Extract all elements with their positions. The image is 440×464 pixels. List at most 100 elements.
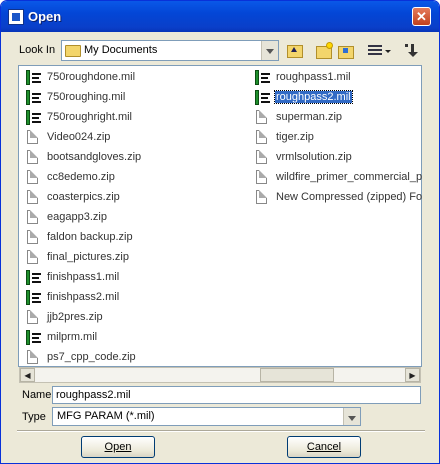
file-item[interactable]: New Compressed (zipped) Folc — [250, 188, 422, 208]
folder-icon — [65, 45, 81, 57]
mil-file-icon — [25, 330, 41, 346]
home-folder-button[interactable] — [335, 41, 357, 61]
file-column-1: 750roughdone.mil 750roughing.mil 750roughr… — [21, 68, 241, 368]
mil-file-icon — [25, 270, 41, 286]
cancel-button-label: Cancel — [306, 441, 342, 453]
file-name: cc8edemo.zip — [47, 171, 115, 183]
file-name: coasterpics.zip — [47, 191, 120, 203]
file-item[interactable]: faldon backup.zip — [21, 228, 241, 248]
file-name: finishpass1.mil — [47, 271, 120, 283]
file-item[interactable]: bootsandgloves.zip — [21, 148, 241, 168]
file-list[interactable]: 750roughdone.mil 750roughing.mil 750roughr… — [18, 65, 422, 367]
look-in-value: My Documents — [84, 44, 158, 56]
file-item[interactable]: 750roughright.mil — [21, 108, 241, 128]
zip-file-icon — [25, 170, 41, 186]
file-name: 750roughright.mil — [47, 111, 132, 123]
open-button[interactable]: Open — [81, 436, 155, 458]
zip-file-icon — [25, 250, 41, 266]
file-name: wildfire_primer_commercial_pa — [276, 171, 422, 183]
mil-file-icon — [25, 70, 41, 86]
mil-file-icon — [25, 110, 41, 126]
file-item[interactable]: finishpass2.mil — [21, 288, 241, 308]
file-item[interactable]: roughpass2.mil — [250, 88, 422, 108]
file-name: final_pictures.zip — [47, 251, 129, 263]
chevron-down-icon[interactable] — [261, 41, 278, 60]
details-icon — [405, 44, 408, 47]
file-item[interactable]: jjb2pres.zip — [21, 308, 241, 328]
file-item[interactable]: Video024.zip — [21, 128, 241, 148]
file-item[interactable]: 750roughdone.mil — [21, 68, 241, 88]
title-bar[interactable]: Open ✕ — [1, 1, 439, 32]
zip-file-icon — [25, 190, 41, 206]
file-name: jjb2pres.zip — [47, 311, 103, 323]
open-dialog: Open ✕ Look In My Documents 750roughdone… — [0, 0, 440, 464]
zip-file-icon — [25, 210, 41, 226]
file-name: superman.zip — [276, 111, 343, 123]
file-item[interactable]: final_pictures.zip — [21, 248, 241, 268]
zip-file-icon — [25, 350, 41, 366]
type-label: Type — [22, 411, 46, 423]
file-name: finishpass2.mil — [47, 291, 120, 303]
close-button[interactable]: ✕ — [412, 7, 431, 26]
open-button-label: Open — [104, 441, 132, 453]
separator — [17, 430, 425, 432]
type-select[interactable]: MFG PARAM (*.mil) — [52, 407, 361, 426]
cancel-button[interactable]: Cancel — [287, 436, 361, 458]
file-item[interactable]: 750roughing.mil — [21, 88, 241, 108]
file-name: 750roughdone.mil — [47, 71, 136, 83]
mil-file-icon — [254, 90, 270, 106]
look-in-label: Look In — [19, 44, 56, 56]
file-name: eagapp3.zip — [47, 211, 107, 223]
file-item[interactable]: vrmlsolution.zip — [250, 148, 422, 168]
view-menu-icon — [368, 45, 382, 47]
file-item[interactable]: eagapp3.zip — [21, 208, 241, 228]
type-value: MFG PARAM (*.mil) — [57, 410, 155, 422]
scroll-left-button[interactable]: ◀ — [20, 368, 35, 382]
file-name: milprm.mil — [47, 331, 98, 343]
file-name: bootsandgloves.zip — [47, 151, 142, 163]
details-button[interactable] — [401, 41, 423, 61]
scrollbar-thumb[interactable] — [260, 368, 334, 382]
chevron-down-icon[interactable] — [343, 408, 360, 425]
file-item[interactable]: roughpass1.mil — [250, 68, 422, 88]
zip-file-icon — [25, 150, 41, 166]
file-item[interactable]: wildfire_primer_commercial_pa — [250, 168, 422, 188]
file-name: roughpass2.mil — [274, 90, 353, 104]
view-menu-button[interactable] — [365, 41, 393, 61]
file-item[interactable]: ps7_cpp_code.zip — [21, 348, 241, 368]
file-name: tiger.zip — [276, 131, 314, 143]
name-label: Name — [22, 389, 52, 401]
file-item[interactable]: milprm.mil — [21, 328, 241, 348]
file-item[interactable]: tiger.zip — [250, 128, 422, 148]
file-name: 750roughing.mil — [47, 91, 126, 103]
new-folder-button[interactable] — [313, 41, 335, 61]
mil-file-icon — [254, 70, 270, 86]
mil-file-icon — [25, 90, 41, 106]
file-item[interactable]: superman.zip — [250, 108, 422, 128]
scroll-right-button[interactable]: ▶ — [405, 368, 420, 382]
file-name: New Compressed (zipped) Folc — [276, 191, 422, 203]
name-field[interactable]: roughpass2.mil — [52, 386, 421, 404]
file-item[interactable]: finishpass1.mil — [21, 268, 241, 288]
file-name: roughpass1.mil — [276, 71, 351, 83]
up-folder-button[interactable] — [284, 41, 306, 61]
window-title: Open — [28, 9, 62, 24]
file-name: ps7_cpp_code.zip — [47, 351, 136, 363]
zip-file-icon — [254, 130, 270, 146]
zip-file-icon — [254, 110, 270, 126]
zip-file-icon — [254, 170, 270, 186]
zip-file-icon — [25, 230, 41, 246]
file-name: vrmlsolution.zip — [276, 151, 352, 163]
file-item[interactable]: coasterpics.zip — [21, 188, 241, 208]
file-column-2: roughpass1.mil roughpass2.mil superman.zip… — [250, 68, 422, 208]
file-name: faldon backup.zip — [47, 231, 133, 243]
zip-file-icon — [254, 190, 270, 206]
look-in-combo[interactable]: My Documents — [61, 40, 279, 61]
file-item[interactable]: cc8edemo.zip — [21, 168, 241, 188]
zip-file-icon — [25, 130, 41, 146]
file-name: Video024.zip — [47, 131, 111, 143]
mil-file-icon — [25, 290, 41, 306]
zip-file-icon — [254, 150, 270, 166]
horizontal-scrollbar[interactable]: ◀ ▶ — [19, 367, 421, 383]
app-icon — [8, 9, 24, 25]
